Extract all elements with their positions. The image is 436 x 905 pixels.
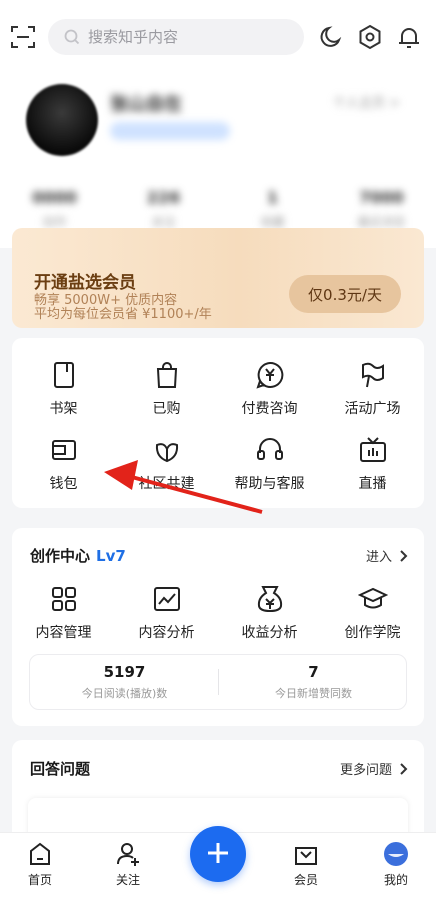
community-icon xyxy=(155,443,178,463)
stat-value: 1 xyxy=(266,188,279,207)
tab-label: 关注 xyxy=(115,873,140,887)
quick-menu-card: 书架 已购 付费咨询 活动广场 钱包 社区共建 帮助与客服 直播 xyxy=(12,338,424,508)
today-reads-value: 5197 xyxy=(103,663,146,681)
creator-title-text: 创作中心 xyxy=(30,547,91,565)
money-bag-icon xyxy=(257,586,282,613)
today-reads: 5197 今日阅读(播放)数 xyxy=(30,663,219,701)
avatar-icon xyxy=(384,842,408,866)
creator-enter-label: 进入 xyxy=(365,550,392,565)
chart-icon xyxy=(153,587,180,611)
creator-item-income-analysis[interactable]: 收益分析 xyxy=(218,584,321,642)
bookshelf-icon xyxy=(53,362,74,388)
follow-icon xyxy=(117,843,139,866)
stat-item[interactable]: 0000 创作 xyxy=(15,188,95,230)
tv-icon xyxy=(359,437,386,462)
chevron-right-icon xyxy=(400,549,408,562)
menu-item-paid-consult[interactable]: 付费咨询 xyxy=(218,360,321,418)
menu-item-purchased[interactable]: 已购 xyxy=(115,360,218,418)
today-likes: 7 今日新增赞同数 xyxy=(219,663,408,701)
vip-banner[interactable]: 开通盐选会员 畅享 5000W+ 优质内容 平均为每位会员省 ¥1100+/年 … xyxy=(12,228,424,328)
headset-icon xyxy=(256,438,283,460)
stat-item[interactable]: 226 关注 xyxy=(124,188,204,230)
creator-item-label: 创作学院 xyxy=(344,625,401,641)
creator-center-card: 创作中心 Lv7 进入 内容管理 内容分析 收益分析 创作学院 5197 今日阅读… xyxy=(12,528,424,726)
username[interactable]: 张山自在 xyxy=(110,90,182,116)
menu-item-label: 活动广场 xyxy=(344,401,401,417)
tab-follow[interactable]: 关注 xyxy=(98,841,158,888)
graduation-cap-icon xyxy=(357,587,388,609)
wallet-icon xyxy=(51,440,76,460)
menu-item-label: 书架 xyxy=(49,401,78,417)
creator-today-stats[interactable]: 5197 今日阅读(播放)数 7 今日新增赞同数 xyxy=(29,654,407,710)
search-icon xyxy=(64,29,80,45)
tab-vip[interactable]: 会员 xyxy=(276,841,336,888)
creator-item-label: 内容分析 xyxy=(138,625,195,641)
menu-item-label: 帮助与客服 xyxy=(234,476,305,492)
menu-item-community[interactable]: 社区共建 xyxy=(115,435,218,493)
creator-item-label: 内容管理 xyxy=(35,625,92,641)
avatar[interactable] xyxy=(26,84,98,156)
tab-label: 首页 xyxy=(27,873,52,887)
paid-consult-icon xyxy=(255,361,283,389)
today-reads-label: 今日阅读(播放)数 xyxy=(81,687,168,700)
creator-item-label: 收益分析 xyxy=(241,625,298,641)
creator-level-badge: Lv7 xyxy=(96,547,126,565)
chevron-right-icon xyxy=(400,762,408,775)
menu-item-wallet[interactable]: 钱包 xyxy=(12,435,115,493)
flag-icon xyxy=(361,362,384,388)
creator-enter-link[interactable]: 进入 xyxy=(366,546,408,565)
menu-item-bookshelf[interactable]: 书架 xyxy=(12,360,115,418)
profile-section: 张山自在 个人主页 > 0000 创作 226 关注 1 收藏 7000 最近浏… xyxy=(0,78,436,248)
vip-subtitle-line: 畅享 5000W+ 优质内容 xyxy=(34,293,178,308)
menu-item-label: 直播 xyxy=(358,476,387,492)
scan-icon[interactable] xyxy=(10,24,36,50)
stat-item[interactable]: 1 收藏 xyxy=(233,188,313,230)
create-post-button[interactable] xyxy=(190,826,246,882)
menu-item-activity[interactable]: 活动广场 xyxy=(321,360,424,418)
creator-item-academy[interactable]: 创作学院 xyxy=(321,584,424,642)
user-badge[interactable] xyxy=(110,122,230,140)
home-icon xyxy=(30,842,50,865)
vip-icon xyxy=(295,847,317,865)
menu-item-label: 社区共建 xyxy=(138,476,195,492)
stat-value: 226 xyxy=(146,188,181,207)
home-link[interactable]: 个人主页 > xyxy=(333,92,400,111)
profile-stats: 0000 创作 226 关注 1 收藏 7000 最近浏览 xyxy=(0,188,436,230)
more-questions-link[interactable]: 更多问题 xyxy=(340,759,408,778)
menu-item-help[interactable]: 帮助与客服 xyxy=(218,435,321,493)
tab-me[interactable]: 我的 xyxy=(366,841,426,888)
top-bar xyxy=(0,0,436,78)
today-likes-label: 今日新增赞同数 xyxy=(275,687,352,700)
search-input[interactable] xyxy=(88,28,298,46)
vip-title: 开通盐选会员 xyxy=(34,273,136,293)
moon-icon[interactable] xyxy=(318,24,344,50)
menu-item-label: 付费咨询 xyxy=(241,401,298,417)
answer-title: 回答问题 xyxy=(30,760,91,778)
grid-icon xyxy=(51,587,76,611)
more-questions-label: 更多问题 xyxy=(339,763,392,778)
menu-item-label: 钱包 xyxy=(49,476,78,492)
stat-value: 7000 xyxy=(359,188,404,207)
settings-icon[interactable] xyxy=(357,24,383,50)
creator-item-content-analysis[interactable]: 内容分析 xyxy=(115,584,218,642)
creator-center-title: 创作中心 Lv7 xyxy=(30,545,126,566)
menu-item-label: 已购 xyxy=(152,401,181,417)
tab-home[interactable]: 首页 xyxy=(10,841,70,888)
plus-icon xyxy=(208,842,228,863)
vip-subtitle: 畅享 5000W+ 优质内容 平均为每位会员省 ¥1100+/年 xyxy=(34,294,212,322)
vip-price-button[interactable]: 仅0.3元/天 xyxy=(289,275,401,313)
creator-item-content-manage[interactable]: 内容管理 xyxy=(12,584,115,642)
vip-subtitle-line: 平均为每位会员省 ¥1100+/年 xyxy=(34,307,212,322)
today-likes-value: 7 xyxy=(308,663,319,681)
search-bar[interactable] xyxy=(48,19,304,55)
tab-label: 会员 xyxy=(293,873,318,887)
stat-item[interactable]: 7000 最近浏览 xyxy=(342,188,422,230)
tab-label: 我的 xyxy=(383,873,408,887)
bell-icon[interactable] xyxy=(396,24,422,50)
shopping-bag-icon xyxy=(156,362,177,388)
menu-item-live[interactable]: 直播 xyxy=(321,435,424,493)
stat-value: 0000 xyxy=(32,188,77,207)
